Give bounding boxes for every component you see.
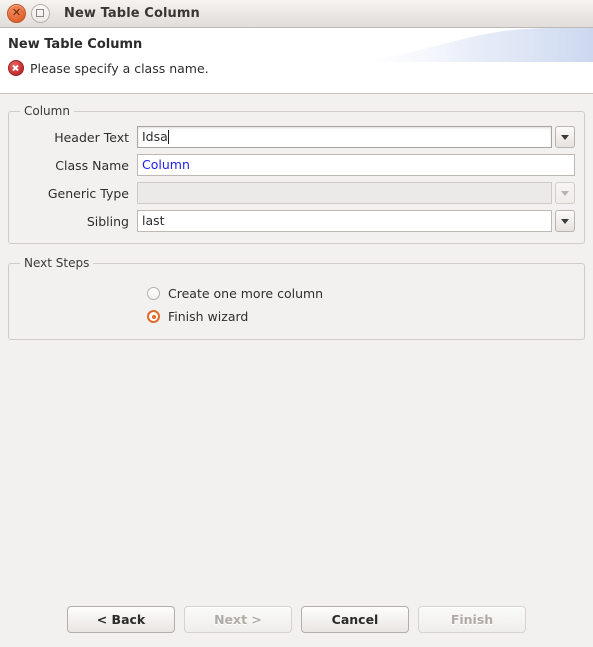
close-glyph: ✕ xyxy=(11,6,22,19)
field-row-class-name: Class Name Column xyxy=(18,154,575,176)
sibling-dropdown-button[interactable] xyxy=(555,210,575,232)
cancel-button[interactable]: Cancel xyxy=(301,606,409,633)
radio-icon-unchecked[interactable] xyxy=(147,287,160,300)
status-message-text: Please specify a class name. xyxy=(30,60,209,76)
maximize-icon[interactable] xyxy=(31,4,50,23)
class-name-input[interactable]: Column xyxy=(137,154,575,176)
header-text-input[interactable]: Idsa xyxy=(137,126,552,148)
error-icon xyxy=(8,60,24,76)
chevron-down-icon xyxy=(561,219,569,224)
column-group: Column Header Text Idsa Class Name Colum… xyxy=(8,104,585,244)
back-button[interactable]: < Back xyxy=(67,606,175,633)
window-title: New Table Column xyxy=(64,6,200,21)
chevron-down-icon xyxy=(561,191,569,196)
finish-button: Finish xyxy=(418,606,526,633)
title-bar: ✕ New Table Column xyxy=(0,0,593,28)
generic-type-dropdown-button xyxy=(555,182,575,204)
class-name-label: Class Name xyxy=(55,157,129,173)
radio-label-create-one-more-column: Create one more column xyxy=(168,286,324,301)
maximize-glyph xyxy=(36,9,44,17)
radio-finish-wizard[interactable]: Finish wizard xyxy=(18,309,575,324)
header-text-label: Header Text xyxy=(54,129,129,145)
dialog-body: Column Header Text Idsa Class Name Colum… xyxy=(0,94,593,606)
sibling-input[interactable]: last xyxy=(137,210,552,232)
column-group-legend: Column xyxy=(24,104,70,118)
wizard-header: New Table Column Please specify a class … xyxy=(0,28,593,94)
field-row-sibling: Sibling last xyxy=(18,210,575,232)
next-steps-group: Next Steps Create one more column Finish… xyxy=(8,256,585,340)
page-title: New Table Column xyxy=(8,37,143,52)
radio-create-one-more-column[interactable]: Create one more column xyxy=(18,286,575,301)
generic-type-label: Generic Type xyxy=(47,185,129,201)
dialog-footer: < Back Next > Cancel Finish xyxy=(0,606,593,647)
sibling-label: Sibling xyxy=(86,213,129,229)
field-row-header-text: Header Text Idsa xyxy=(18,126,575,148)
radio-icon-checked[interactable] xyxy=(147,310,160,323)
dialog-window: ✕ New Table Column New Table Column Plea… xyxy=(0,0,593,647)
generic-type-input xyxy=(137,182,552,204)
next-steps-group-legend: Next Steps xyxy=(24,256,90,270)
next-button: Next > xyxy=(184,606,292,633)
close-icon[interactable]: ✕ xyxy=(7,4,26,23)
chevron-down-icon xyxy=(561,135,569,140)
text-caret xyxy=(167,130,169,144)
status-message: Please specify a class name. xyxy=(8,60,593,76)
field-row-generic-type: Generic Type xyxy=(18,182,575,204)
header-text-dropdown-button[interactable] xyxy=(555,126,575,148)
radio-label-finish-wizard: Finish wizard xyxy=(168,309,249,324)
header-text-value: Idsa xyxy=(142,129,168,144)
